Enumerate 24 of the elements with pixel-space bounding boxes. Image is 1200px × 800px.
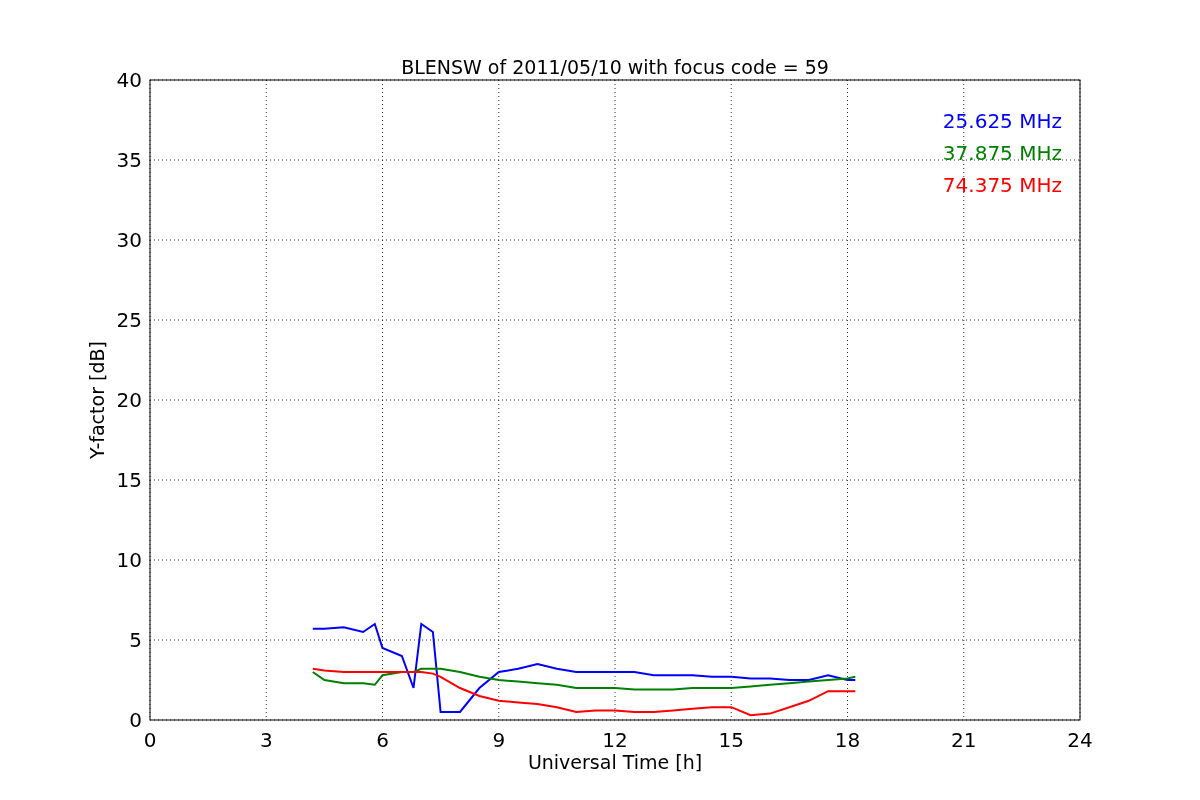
tick-label: 30 <box>116 228 142 252</box>
tick-label: 35 <box>116 148 142 172</box>
tick-label: 3 <box>259 728 273 752</box>
tick-label: 15 <box>718 728 744 752</box>
legend-label: 37.875 MHz <box>942 141 1062 165</box>
tick-label: 0 <box>143 728 157 752</box>
tick-label: 40 <box>116 68 142 92</box>
tick-label: 10 <box>116 548 142 572</box>
tick-label: 9 <box>492 728 506 752</box>
tick-label: 5 <box>129 628 142 652</box>
tick-label: 0 <box>129 708 142 732</box>
legend-label: 74.375 MHz <box>942 173 1062 197</box>
tick-label: 6 <box>376 728 389 752</box>
legend-label: 25.625 MHz <box>942 109 1062 133</box>
tick-label: 18 <box>834 728 861 752</box>
axis-label: Y-factor [dB] <box>86 341 108 459</box>
tick-label: 12 <box>602 728 628 752</box>
tick-label: 21 <box>951 728 977 752</box>
axis-label: Universal Time [h] <box>527 751 703 773</box>
tick-label: 15 <box>116 468 142 492</box>
tick-label: 20 <box>116 388 142 412</box>
tick-label: 24 <box>1067 728 1093 752</box>
chart-title: BLENSW of 2011/05/10 with focus code = 59 <box>401 56 829 78</box>
tick-label: 25 <box>116 308 142 332</box>
